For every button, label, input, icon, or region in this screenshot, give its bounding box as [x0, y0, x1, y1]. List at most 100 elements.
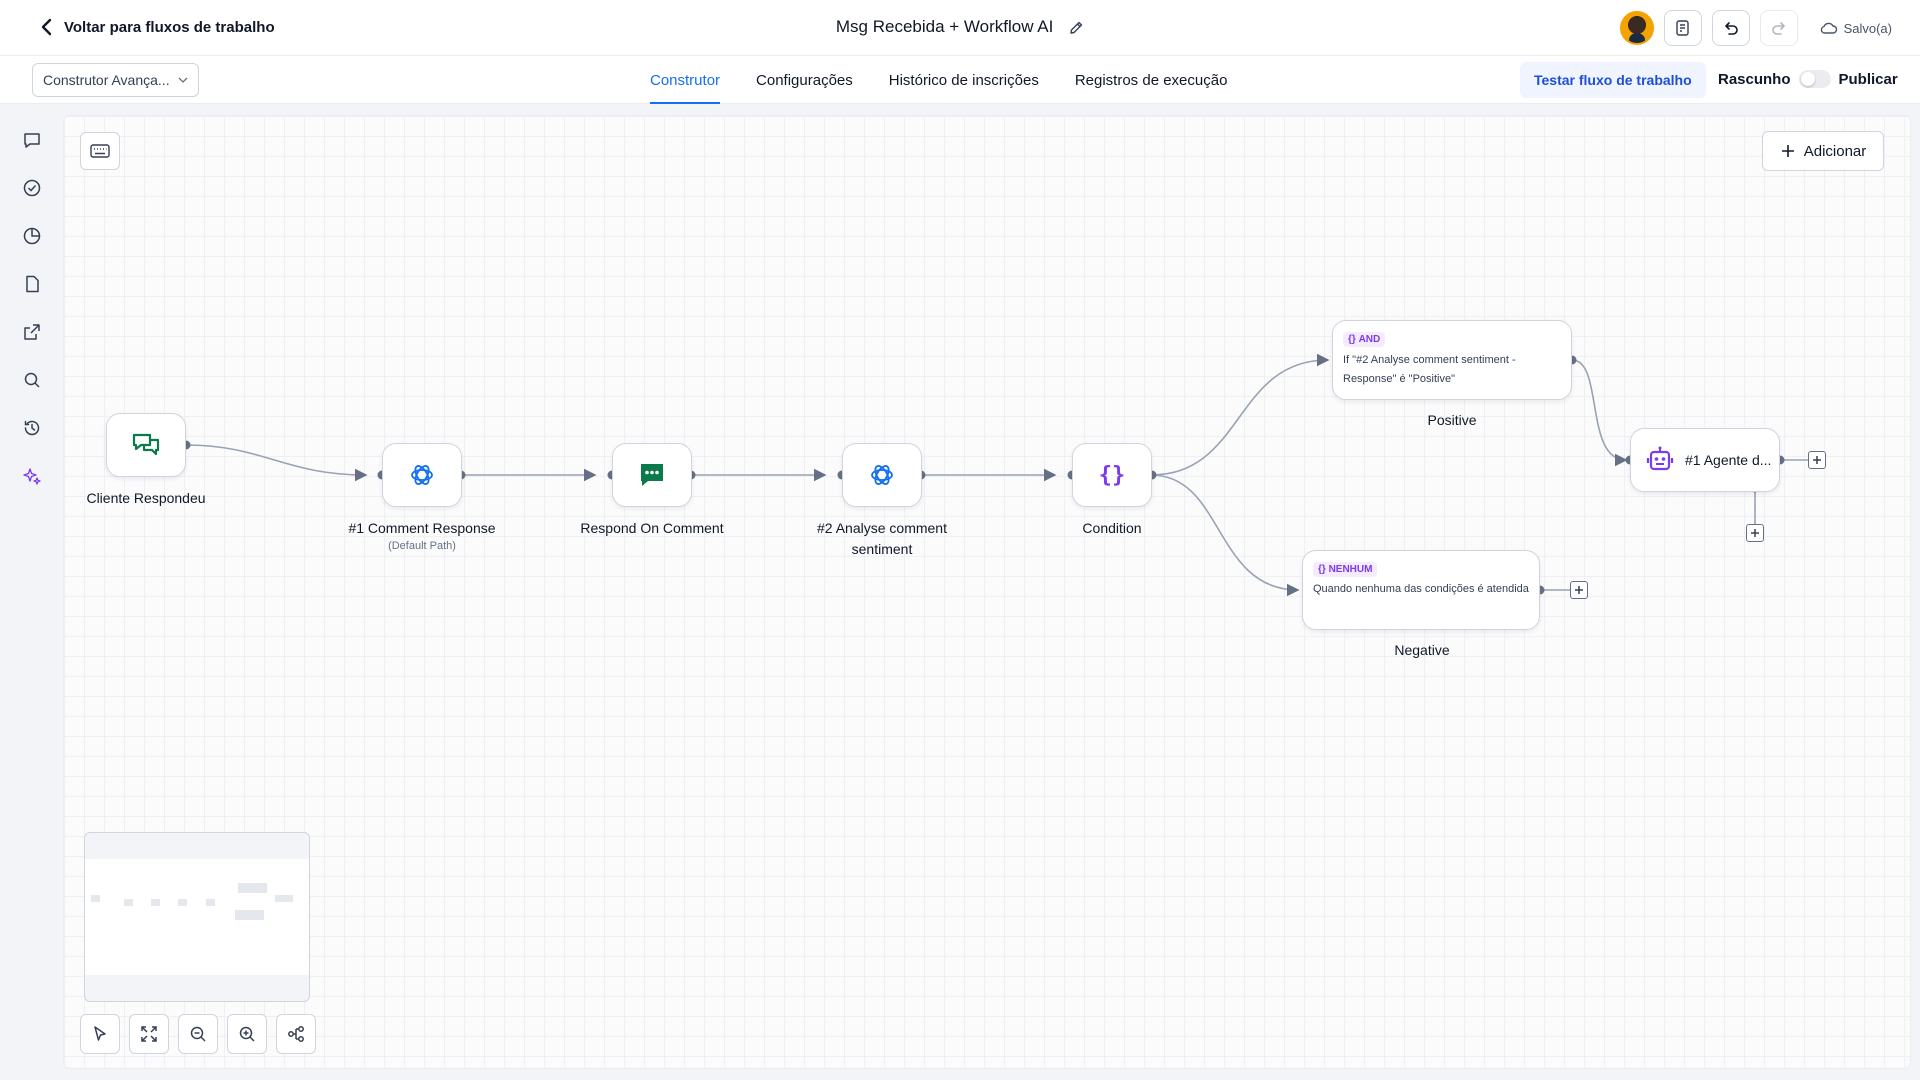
save-status: Salvo(a)	[1820, 21, 1892, 36]
edge-trigger-to-response	[184, 444, 368, 482]
pointer-icon	[94, 1026, 106, 1041]
tab-list: Construtor Configurações Histórico de in…	[650, 56, 1227, 104]
branch-positive-card[interactable]: {} AND If "#2 Analyse comment sentiment …	[1332, 320, 1572, 400]
avatar[interactable]	[1619, 11, 1654, 45]
braces-icon: {}	[1099, 463, 1126, 488]
zoom-out-icon	[190, 1026, 206, 1042]
tab-historico[interactable]: Histórico de inscrições	[889, 56, 1039, 104]
history-icon	[24, 420, 40, 436]
draft-label: Rascunho	[1718, 70, 1791, 88]
notes-button[interactable]	[1663, 10, 1702, 46]
node-comment-response[interactable]	[382, 443, 462, 507]
branch-negative-badge: {} NENHUM	[1313, 562, 1378, 577]
minimap-node	[235, 910, 264, 920]
braces-icon: {}	[1348, 334, 1359, 345]
undo-button[interactable]	[1711, 10, 1750, 46]
node-respond-on-comment[interactable]	[612, 443, 692, 507]
rail-ai[interactable]	[20, 464, 44, 488]
plus-icon	[1751, 529, 1759, 537]
back-link[interactable]: Voltar para fluxos de trabalho	[40, 18, 275, 36]
page-title[interactable]: Msg Recebida + Workflow AI	[836, 17, 1053, 36]
share-nodes-icon	[288, 1026, 304, 1042]
publish-toggle[interactable]	[1798, 70, 1831, 88]
node-condition[interactable]: {}	[1072, 443, 1152, 507]
minimap[interactable]	[84, 832, 310, 1002]
publish-status: Rascunho Publicar	[1718, 70, 1898, 88]
node-analyse-sentiment-label: #2 Analyse comment sentiment	[817, 520, 947, 557]
rail-share[interactable]	[20, 320, 44, 344]
file-icon	[26, 275, 39, 293]
branch-positive-badge: {} AND	[1343, 332, 1386, 347]
fit-view-button[interactable]	[129, 1014, 169, 1054]
zoom-in-icon	[239, 1026, 255, 1042]
node-agent[interactable]: #1 Agente d...	[1630, 428, 1780, 492]
branch-negative-label: Negative	[1394, 642, 1450, 658]
branch-negative-card[interactable]: {} NENHUM Quando nenhuma das condições é…	[1302, 550, 1540, 630]
minimap-viewport[interactable]	[85, 859, 309, 975]
canvas-controls	[80, 1014, 316, 1054]
header-actions: Salvo(a)	[1619, 10, 1892, 46]
node-comment-response-label: #1 Comment Response (Default Path)	[322, 518, 522, 553]
rail-chat[interactable]	[20, 128, 44, 152]
test-workflow-button[interactable]: Testar fluxo de trabalho	[1520, 62, 1706, 98]
sparkles-icon	[23, 468, 41, 485]
branch-negative-text: Quando nenhuma das condições é atendida	[1313, 583, 1529, 595]
undo-icon	[1724, 22, 1738, 35]
mode-select[interactable]: Construtor Avança...	[32, 63, 199, 97]
rail-history[interactable]	[20, 416, 44, 440]
rail-tasks[interactable]	[20, 176, 44, 200]
minimap-node	[206, 899, 215, 906]
plus-icon	[1813, 456, 1821, 464]
tab-configuracoes[interactable]: Configurações	[756, 56, 853, 104]
publish-label: Publicar	[1838, 70, 1898, 88]
branch-positive-badge-text: AND	[1358, 334, 1381, 345]
rail-files[interactable]	[20, 272, 44, 296]
external-link-icon	[24, 324, 40, 340]
edge-condition-to-positive	[1150, 353, 1330, 476]
add-step-negative[interactable]	[1570, 581, 1588, 599]
minimap-node	[151, 899, 160, 906]
node-trigger-label: Cliente Respondeu	[86, 490, 206, 506]
chat-bubbles-icon	[132, 433, 160, 456]
minimap-node	[91, 895, 100, 902]
branch-positive-label: Positive	[1427, 412, 1477, 428]
zoom-in-button[interactable]	[227, 1014, 267, 1054]
pencil-icon[interactable]	[1068, 20, 1084, 36]
minimap-node	[124, 899, 133, 906]
add-step-agent-right[interactable]	[1808, 451, 1826, 469]
tab-construtor[interactable]: Construtor	[650, 56, 721, 104]
plus-icon	[1575, 586, 1583, 594]
workflow-edges	[181, 353, 1808, 597]
check-circle-icon	[23, 179, 41, 197]
builder-toolbar: Construtor Avança... Construtor Configur…	[0, 56, 1920, 104]
rail-search[interactable]	[20, 368, 44, 392]
minimap-node	[178, 899, 187, 906]
workflow-canvas[interactable]: Adicionar Cliente Respondeu #1 Comment R…	[64, 116, 1910, 1068]
zoom-out-button[interactable]	[178, 1014, 218, 1054]
node-analyse-sentiment[interactable]	[842, 443, 922, 507]
edge-positive-to-agent	[1571, 359, 1628, 467]
minimap-node	[275, 895, 293, 902]
minimap-node	[238, 883, 267, 893]
node-comment-response-sub: (Default Path)	[388, 540, 456, 552]
select-tool-button[interactable]	[80, 1014, 120, 1054]
node-condition-label: Condition	[1082, 520, 1142, 536]
node-comment-response-title: #1 Comment Response	[348, 520, 496, 536]
back-label: Voltar para fluxos de trabalho	[64, 18, 275, 36]
rail-reports[interactable]	[20, 224, 44, 248]
redo-icon	[1771, 22, 1785, 35]
comment-icon	[641, 464, 663, 486]
mode-select-value: Construtor Avança...	[43, 72, 170, 88]
node-trigger[interactable]	[106, 413, 186, 477]
openai-icon	[871, 465, 893, 485]
robot-icon	[1646, 446, 1674, 471]
auto-layout-button[interactable]	[276, 1014, 316, 1054]
node-respond-on-comment-label: Respond On Comment	[580, 520, 724, 536]
branch-positive-text: If "#2 Analyse comment sentiment - Respo…	[1343, 354, 1516, 385]
search-icon	[24, 372, 40, 388]
add-step-agent-below[interactable]	[1746, 524, 1764, 542]
svg-text:{}: {}	[1099, 463, 1126, 488]
redo-button[interactable]	[1759, 10, 1798, 46]
tab-registros[interactable]: Registros de execução	[1075, 56, 1228, 104]
cloud-icon	[1820, 22, 1837, 34]
